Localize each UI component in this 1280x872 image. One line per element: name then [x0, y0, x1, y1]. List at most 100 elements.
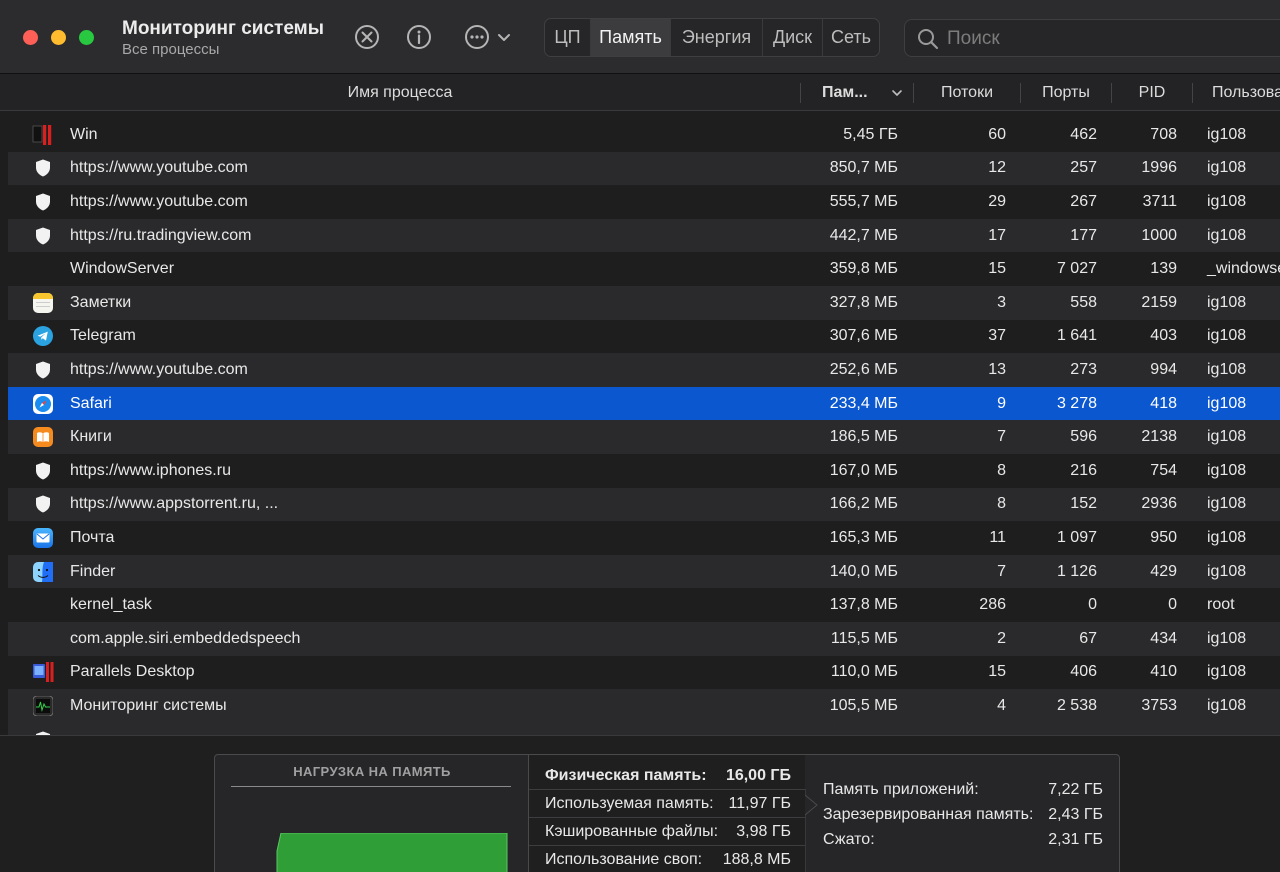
process-threads: 11 — [989, 528, 1006, 546]
no-icon — [32, 252, 54, 286]
process-ports: 273 — [1070, 360, 1097, 378]
view-tabs: ЦП Память Энергия Диск Сеть — [544, 18, 880, 57]
table-row[interactable]: Мониторинг системы 105,5 МБ 4 2 538 3753 ig10… — [8, 689, 1280, 723]
process-threads: 8 — [997, 461, 1006, 479]
memory-summary-area: НАГРУЗКА НА ПАМЯТЬ Физическая память: 16… — [0, 735, 1280, 872]
tab-cpu[interactable]: ЦП — [545, 19, 591, 56]
process-ports: 7 027 — [1056, 260, 1097, 278]
process-ports: 2 538 — [1056, 696, 1097, 714]
process-memory: 233,4 МБ — [829, 394, 898, 412]
stat-wired-memory: Зарезервированная память: 2,43 ГБ — [823, 806, 1103, 823]
search-icon — [918, 29, 939, 50]
table-row[interactable]: WindowServer 359,8 МБ 15 7 027 139 _windowse — [8, 252, 1280, 286]
process-ports: 257 — [1070, 159, 1097, 177]
more-actions-button[interactable] — [460, 22, 516, 52]
shield-icon — [32, 723, 54, 735]
table-row[interactable]: https://www.youtube.com 555,7 МБ 29 267 3711… — [8, 185, 1280, 219]
stop-process-button[interactable] — [352, 22, 382, 52]
process-name: https://ru.tradingview.com — [70, 226, 252, 244]
inspect-process-button[interactable] — [404, 22, 434, 52]
column-header-name[interactable]: Имя процесса — [0, 74, 800, 111]
process-pid: 994 — [1150, 360, 1177, 378]
search-input[interactable] — [947, 24, 1267, 54]
table-row[interactable]: https://www.iphones.ru 167,0 МБ 8 216 754 ig1… — [8, 454, 1280, 488]
table-row[interactable]: Win 5,45 ГБ 60 462 708 ig108 — [8, 118, 1280, 152]
sort-descending-icon — [892, 90, 902, 96]
table-row[interactable]: https://www.youtube.com 850,7 МБ 12 257 1996… — [8, 151, 1280, 186]
window-minimize-button[interactable] — [51, 30, 66, 45]
process-user: root — [1207, 596, 1235, 614]
table-row[interactable]: https://www.youtube.com 252,6 МБ 13 273 994 i… — [8, 353, 1280, 387]
table-row[interactable]: Книги 186,5 МБ 7 596 2138 ig108 — [8, 420, 1280, 454]
process-ports: 67 — [1079, 629, 1097, 647]
table-row[interactable]: Telegram 307,6 МБ 37 1 641 403 ig108 — [8, 320, 1280, 354]
table-row[interactable]: Finder 140,0 МБ 7 1 126 429 ig108 — [8, 554, 1280, 589]
process-name: com.apple.siri.embeddedspeech — [70, 629, 301, 647]
process-user: ig108 — [1207, 327, 1247, 345]
table-row[interactable]: Parallels Desktop 110,0 МБ 15 406 410 ig108 — [8, 656, 1280, 690]
table-row[interactable]: Safari 233,4 МБ 9 3 278 418 ig108 — [8, 386, 1280, 421]
column-header-user[interactable]: Пользова — [1193, 74, 1280, 111]
process-user: ig108 — [1207, 226, 1247, 244]
process-user: ig108 — [1207, 528, 1247, 546]
table-row[interactable]: kernel_task 137,8 МБ 286 0 0 root — [8, 588, 1280, 622]
parallels-icon — [32, 656, 54, 690]
process-user: ig108 — [1207, 394, 1247, 412]
process-memory: 555,7 МБ — [829, 192, 898, 210]
shield-icon — [32, 152, 54, 186]
process-name: Win — [70, 125, 98, 143]
table-row[interactable]: com.apple.siri.embeddedspeech 115,5 МБ 2 67… — [8, 622, 1280, 656]
search-field[interactable] — [904, 19, 1280, 57]
process-memory: 442,7 МБ — [829, 226, 898, 244]
column-header-ports[interactable]: Порты — [1021, 74, 1111, 111]
process-name: https://www.youtube.com — [70, 360, 248, 378]
tab-memory[interactable]: Память — [591, 19, 671, 56]
column-header-pid[interactable]: PID — [1112, 74, 1192, 111]
table-row[interactable] — [8, 722, 1280, 735]
chevron-down-icon — [498, 34, 510, 41]
shield-icon — [32, 488, 54, 522]
process-memory: 327,8 МБ — [829, 293, 898, 311]
table-row[interactable]: Почта 165,3 МБ 11 1 097 950 ig108 — [8, 521, 1280, 555]
window-close-button[interactable] — [23, 30, 38, 45]
mail-icon — [32, 521, 54, 555]
process-user: ig108 — [1207, 562, 1247, 580]
process-user: ig108 — [1207, 696, 1247, 714]
process-ports: 558 — [1070, 293, 1097, 311]
process-threads: 286 — [979, 596, 1006, 614]
shield-icon — [32, 454, 54, 488]
no-icon — [32, 588, 54, 622]
tab-disk[interactable]: Диск — [763, 19, 823, 56]
window-subtitle: Все процессы — [122, 41, 220, 58]
ellipsis-circle-icon — [465, 25, 489, 49]
process-ports: 1 641 — [1056, 327, 1097, 345]
window-zoom-button[interactable] — [79, 30, 94, 45]
process-name: https://www.youtube.com — [70, 192, 248, 210]
process-threads: 3 — [997, 293, 1006, 311]
process-user: ig108 — [1207, 125, 1247, 143]
process-pid: 3711 — [1142, 192, 1177, 210]
process-pid: 410 — [1150, 663, 1177, 681]
info-icon — [407, 25, 431, 49]
tab-network[interactable]: Сеть — [823, 19, 879, 56]
tab-energy[interactable]: Энергия — [671, 19, 763, 56]
column-header-memory[interactable]: Пам... — [801, 74, 913, 111]
process-pid: 1996 — [1141, 159, 1177, 177]
books-icon — [32, 420, 54, 454]
process-table-header: Имя процесса Пам... Потоки Порты PID Пол… — [0, 74, 1280, 111]
process-threads: 7 — [997, 562, 1006, 580]
notes-icon — [32, 286, 54, 320]
no-icon — [32, 622, 54, 656]
process-memory: 167,0 МБ — [829, 461, 898, 479]
process-pid: 418 — [1150, 394, 1177, 412]
process-pid: 1000 — [1141, 226, 1177, 244]
table-row[interactable]: https://ru.tradingview.com 442,7 МБ 17 177 1… — [8, 218, 1280, 253]
process-user: ig108 — [1207, 192, 1247, 210]
process-memory: 850,7 МБ — [829, 159, 898, 177]
process-ports: 3 278 — [1056, 394, 1097, 412]
process-threads: 8 — [997, 495, 1006, 513]
table-row[interactable]: Заметки 327,8 МБ 3 558 2159 ig108 — [8, 286, 1280, 320]
table-row[interactable]: https://www.appstorrent.ru, ... 166,2 МБ 8… — [8, 487, 1280, 522]
column-header-threads[interactable]: Потоки — [914, 74, 1020, 111]
used-memory-breakdown: Память приложений: 7,22 ГБ Зарезервирова… — [823, 779, 1113, 854]
